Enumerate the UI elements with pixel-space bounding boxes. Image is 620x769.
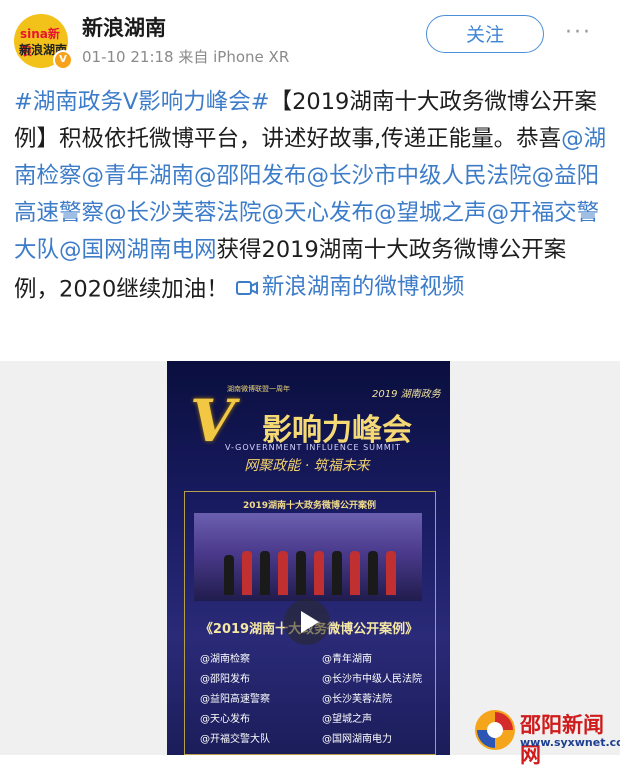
summit-english-title: V-GOVERNMENT INFLUENCE SUMMIT — [225, 443, 402, 452]
person-figure — [224, 555, 234, 595]
video-subtitle-tag: 湖南微博联盟一周年 — [227, 385, 290, 393]
video-year-tag: 2019 湖南政务 — [372, 389, 441, 400]
post-meta: 01-10 21:18 来自 iPhone XR — [82, 46, 289, 67]
mention-link[interactable]: @邵阳发布 — [194, 163, 307, 189]
award-item: @望城之声 — [322, 714, 372, 725]
award-item: @开福交警大队 — [200, 734, 270, 745]
video-thumbnail[interactable]: 湖南微博联盟一周年 2019 湖南政务 V 影响力峰会 V-GOVERNMENT… — [167, 361, 450, 755]
mention-link[interactable]: @青年湖南 — [82, 163, 195, 189]
play-icon — [301, 611, 319, 633]
summit-slogan: 网聚政能 · 筑福未来 — [244, 458, 370, 474]
mention-link[interactable]: @望城之声 — [374, 200, 487, 226]
mention-link[interactable]: @长沙市中级人民法院 — [307, 163, 532, 189]
award-item: @青年湖南 — [322, 654, 372, 665]
person-figure — [314, 551, 324, 595]
frame-title: 2019湖南十大政务微博公开案例 — [242, 501, 377, 511]
watermark-url: www.syxwnet.com — [520, 736, 620, 749]
video-link-label: 新浪湖南的微博视频 — [261, 274, 465, 300]
follow-button[interactable]: 关注 — [426, 15, 544, 53]
watermark: 邵阳新闻网 www.syxwnet.com — [468, 705, 620, 767]
person-figure — [332, 551, 342, 595]
person-figure — [368, 551, 378, 595]
award-item: @国网湖南电力 — [322, 734, 392, 745]
video-camera-icon — [235, 280, 258, 295]
mention-link[interactable]: @国网湖南电网 — [59, 237, 217, 263]
hashtag-link[interactable]: #湖南政务V影响力峰会# — [14, 89, 270, 115]
play-button[interactable] — [284, 599, 330, 645]
award-item: @邵阳发布 — [200, 674, 250, 685]
verified-badge-icon: V — [53, 50, 73, 70]
person-figure — [260, 551, 270, 595]
video-link[interactable]: 新浪湖南的微博视频 — [235, 269, 465, 306]
author-name[interactable]: 新浪湖南 — [82, 12, 166, 42]
watermark-logo-icon — [475, 710, 515, 750]
award-item: @长沙芙蓉法院 — [322, 694, 392, 705]
person-figure — [386, 551, 396, 595]
person-figure — [242, 551, 252, 595]
person-figure — [350, 551, 360, 595]
award-item: @天心发布 — [200, 714, 250, 725]
post-header: sina新浪 新浪湖南 V 新浪湖南 01-10 21:18 来自 iPhone… — [0, 0, 620, 78]
person-figure — [296, 551, 306, 595]
post-source: 来自 iPhone XR — [178, 48, 290, 66]
person-figure — [278, 551, 288, 595]
award-item: @长沙市中级人民法院 — [322, 674, 422, 685]
stage-photo — [194, 513, 422, 601]
award-item: @益阳高速警察 — [200, 694, 270, 705]
award-item: @湖南检察 — [200, 654, 250, 665]
mention-link[interactable]: @天心发布 — [262, 200, 375, 226]
more-options-icon[interactable]: ··· — [565, 20, 592, 45]
mention-link[interactable]: @长沙芙蓉法院 — [104, 200, 262, 226]
timestamp: 01-10 21:18 — [82, 48, 174, 66]
post-text: #湖南政务V影响力峰会#【2019湖南十大政务微博公开案例】积极依托微博平台，讲… — [14, 84, 610, 309]
